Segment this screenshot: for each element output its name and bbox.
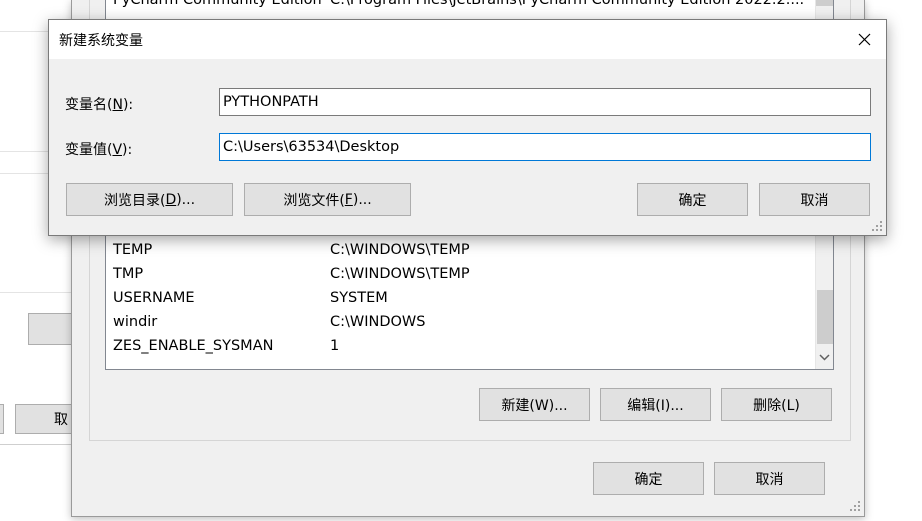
variable-value: SYSTEM (330, 290, 388, 306)
variable-name-input[interactable] (219, 88, 871, 116)
dialog-resize-grip-icon[interactable] (872, 221, 884, 233)
variable-name-label: 变量名(N): (65, 97, 134, 113)
close-button[interactable] (842, 20, 886, 59)
edit-variable-button[interactable]: 编辑(I)... (600, 388, 711, 421)
variable-value: 1 (330, 338, 340, 354)
scrollbar-top-fragment (816, 0, 833, 6)
background-button-partial[interactable] (0, 404, 4, 434)
dialog-title: 新建系统变量 (59, 33, 143, 49)
variable-value: C:\WINDOWS\TEMP (330, 242, 470, 258)
variable-value-label: 变量值(V): (65, 142, 133, 158)
variable-value: C:\WINDOWS (330, 314, 426, 330)
dialog-titlebar[interactable]: 新建系统变量 (49, 20, 886, 59)
divider (0, 292, 72, 293)
chevron-down-icon (819, 353, 830, 361)
delete-variable-button[interactable]: 删除(L) (721, 388, 832, 421)
close-icon (858, 33, 870, 46)
new-system-variable-dialog: 新建系统变量 变量名(N): 变量值(V): 浏览目录(D)... 浏览文件(F… (48, 19, 887, 236)
dialog-cancel-button[interactable]: 取消 (759, 183, 870, 216)
browse-directory-button[interactable]: 浏览目录(D)... (66, 183, 233, 216)
ok-button[interactable]: 确定 (593, 462, 704, 495)
variable-value: C:\Program Files\JetBrains\PyCharm Commu… (330, 0, 805, 8)
variable-name: USERNAME (113, 290, 195, 306)
scrollbar-thumb[interactable] (817, 290, 833, 344)
resize-grip-icon[interactable] (850, 501, 862, 513)
variable-name: windir (113, 314, 158, 330)
scroll-down-arrow[interactable] (816, 348, 833, 366)
cancel-button[interactable]: 取消 (714, 462, 825, 495)
variable-value-input[interactable] (219, 133, 871, 161)
new-variable-button[interactable]: 新建(W)... (479, 388, 590, 421)
variable-name: PyCharm Community Edition (113, 0, 322, 8)
dialog-ok-button[interactable]: 确定 (637, 183, 748, 216)
browse-file-button[interactable]: 浏览文件(F)... (244, 183, 411, 216)
background-cancel-label: 取 (54, 412, 68, 428)
variable-name: TMP (113, 266, 144, 282)
variable-name: TEMP (113, 242, 153, 258)
variable-value: C:\WINDOWS\TEMP (330, 266, 470, 282)
variable-name: ZES_ENABLE_SYSMAN (113, 338, 274, 354)
